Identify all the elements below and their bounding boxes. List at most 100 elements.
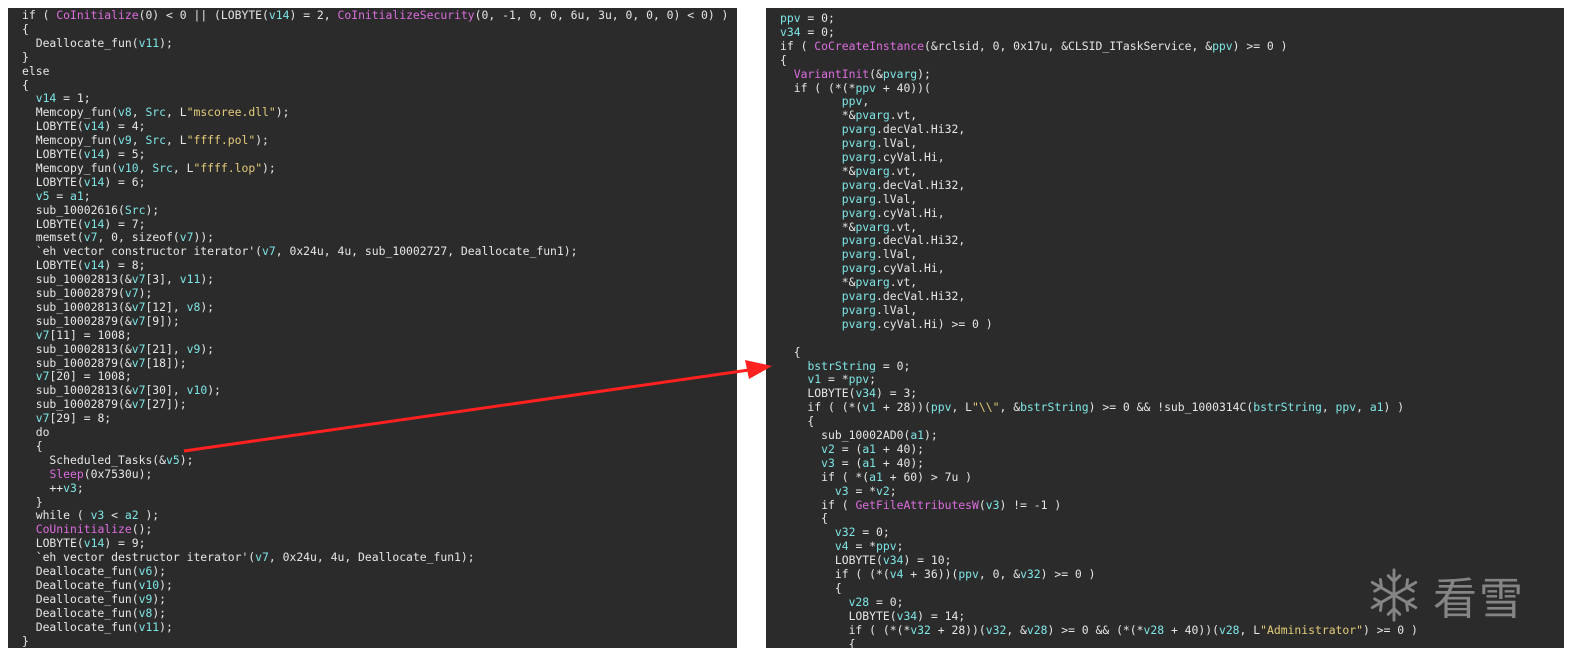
code-token: v8 <box>138 605 153 620</box>
code-token: "Administrator" <box>1260 622 1363 637</box>
code-token: } <box>22 494 43 509</box>
code-token: *& <box>780 275 856 290</box>
code-token: v9 <box>118 133 132 148</box>
code-token: v7 <box>131 355 146 370</box>
code-token: LOBYTE( <box>780 386 856 401</box>
code-token: v34 <box>882 553 904 568</box>
code-token: ); <box>924 428 938 442</box>
code-token: ppv <box>855 80 877 95</box>
code-token: pvarg <box>855 108 890 123</box>
code-token: = * <box>821 372 849 387</box>
code-line: pvarg.lVal, <box>780 247 917 262</box>
code-token: .cyVal.Hi, <box>876 261 945 276</box>
code-line: sub_10002813(&v7[30], v10); <box>22 383 221 398</box>
code-line: pvarg.decVal.Hi32, <box>780 233 965 248</box>
code-token: ) = 10; <box>903 553 952 568</box>
code-token: , 0x24u, 4u, sub_10002727, Deallocate_fu… <box>275 244 578 259</box>
code-token: , L <box>166 133 187 148</box>
code-token: v2 <box>876 483 890 498</box>
code-token: sub_10002813(& <box>22 383 132 398</box>
code-token: [9]); <box>145 313 180 328</box>
code-token: v11 <box>138 619 160 634</box>
code-token: ppv <box>876 539 897 554</box>
code-token: .vt, <box>889 108 918 123</box>
code-token: .vt, <box>889 275 918 290</box>
code-token: memset( <box>22 230 84 245</box>
code-token: LOBYTE( <box>22 174 84 189</box>
code-token: [11] = 1008; <box>49 327 132 342</box>
code-line: pvarg.decVal.Hi32, <box>780 289 965 304</box>
code-token: + 40); <box>876 441 925 456</box>
code-token: { <box>780 580 842 595</box>
code-token: = 1; <box>56 91 91 106</box>
code-line: Deallocate_fun(v8); <box>22 605 166 621</box>
code-token: ppv <box>930 400 952 415</box>
code-token: + 40))( <box>1164 622 1219 637</box>
code-token: pvarg <box>855 219 890 234</box>
code-token: pvarg <box>841 177 877 192</box>
code-token: , 0x24u, 4u, Deallocate_fun1); <box>268 550 475 565</box>
code-token: [3], <box>145 272 180 287</box>
code-token: ppv <box>780 11 801 25</box>
code-token: Deallocate_fun( <box>22 564 139 578</box>
code-line: `eh vector destructor iterator'(v7, 0x24… <box>22 550 475 565</box>
code-token: pvarg <box>841 191 877 206</box>
code-line: bstrString = 0; <box>780 359 910 374</box>
code-token: ) >= 0 ) <box>1232 38 1288 53</box>
code-token: (&rclsid, 0, 0x17u, &CLSID_ITaskService,… <box>924 38 1213 53</box>
code-token: if ( *( <box>780 469 870 484</box>
code-token: v14 <box>83 258 105 273</box>
code-token: a1 <box>869 469 883 484</box>
code-token: ; <box>889 483 897 498</box>
code-token: { <box>780 636 856 648</box>
code-token: ; <box>896 539 904 554</box>
code-line: Memcopy_fun(v9, Src, L"ffff.pol"); <box>22 133 269 148</box>
code-token: v7 <box>131 397 146 412</box>
code-token: ); <box>152 564 167 578</box>
code-token: .cyVal.Hi, <box>876 150 945 164</box>
code-line: } <box>22 50 29 65</box>
code-token: CoInitializeSecurity <box>337 8 475 22</box>
code-token: v7 <box>124 286 139 300</box>
code-token: [30], <box>145 383 187 398</box>
code-token: ) >= 0 ) <box>1040 567 1096 581</box>
code-token: pvarg <box>841 289 877 303</box>
code-token: v32 <box>910 622 931 637</box>
code-line: *&pvarg.vt, <box>780 219 917 235</box>
code-token: v7 <box>255 550 269 565</box>
code-token: + 28))( <box>930 622 986 637</box>
code-token: if ( (*( <box>780 400 863 415</box>
code-token: v7 <box>22 327 50 342</box>
code-token: ); <box>138 508 160 523</box>
code-line: } <box>22 494 43 510</box>
code-line: { <box>780 414 814 429</box>
code-token: sub_10002813(& <box>22 341 132 356</box>
code-token: ) = 5; <box>104 147 146 161</box>
code-token: a2 <box>124 508 139 523</box>
code-line: ppv = 0; <box>780 11 835 26</box>
code-line: sub_10002813(&v7[12], v8); <box>22 300 214 315</box>
code-token: v28 <box>1218 622 1240 637</box>
code-token: v14 <box>83 174 105 189</box>
code-line: ++v3; <box>22 481 83 496</box>
code-token: v11 <box>138 35 160 50</box>
code-token: .lVal, <box>876 191 918 206</box>
code-token: .cyVal.Hi, <box>876 205 945 220</box>
code-token: )); <box>193 230 215 245</box>
code-token: , 0, sizeof( <box>97 230 180 245</box>
code-token: v9 <box>138 591 153 606</box>
code-line: v1 = *ppv; <box>780 372 876 387</box>
code-token: Scheduled_Tasks(& <box>22 452 167 467</box>
code-token: , L <box>1239 622 1261 637</box>
code-line: v14 = 1; <box>22 91 91 106</box>
code-token: CoInitialize <box>56 8 139 22</box>
